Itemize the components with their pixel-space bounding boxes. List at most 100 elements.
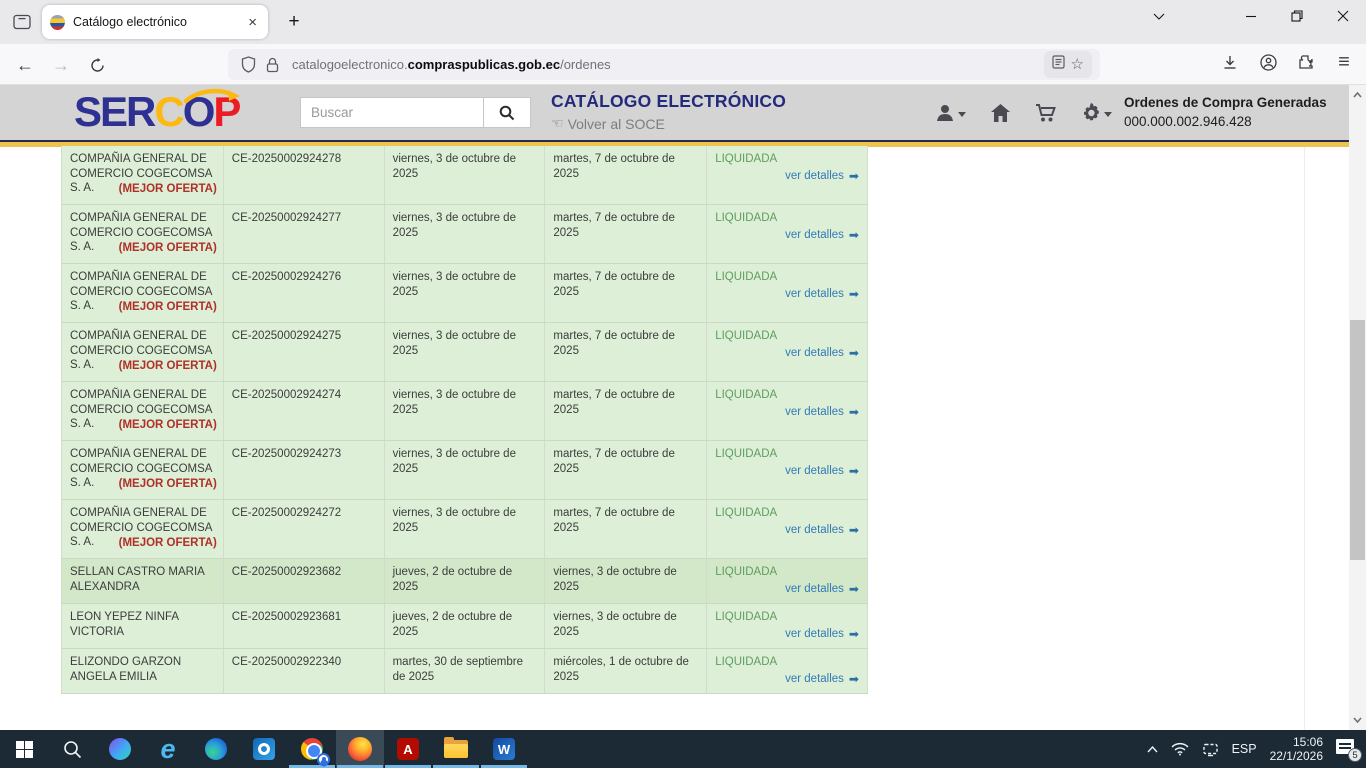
arrow-right-icon: ➡ [849, 628, 859, 640]
lock-icon[interactable] [266, 57, 279, 73]
language-indicator[interactable]: ESP [1232, 742, 1257, 756]
notifications-button[interactable]: 5 [1336, 738, 1360, 760]
ver-detalles-link[interactable]: ver detalles➡ [785, 672, 859, 687]
tab-close-icon[interactable]: × [245, 14, 260, 31]
search-input[interactable] [300, 97, 484, 128]
taskbar-ie-button[interactable]: e [144, 730, 192, 768]
browser-tab[interactable]: Catálogo electrónico × [42, 5, 268, 39]
url-bar[interactable]: catalogoelectronico.compraspublicas.gob.… [228, 49, 1100, 80]
start-button[interactable] [0, 730, 48, 768]
status-label: LIQUIDADA [715, 329, 859, 344]
ver-detalles-label: ver detalles [785, 287, 844, 302]
taskbar-chrome-button[interactable] [288, 730, 336, 768]
ver-detalles-label: ver detalles [785, 464, 844, 479]
minimize-button[interactable] [1228, 0, 1274, 32]
extensions-puzzle-icon[interactable] [1294, 50, 1318, 74]
search-button[interactable] [484, 97, 531, 128]
ver-detalles-link[interactable]: ver detalles➡ [785, 523, 859, 538]
chrome-profile-badge [317, 753, 330, 766]
taskbar-word-button[interactable]: W [480, 730, 528, 768]
home-button[interactable] [990, 103, 1011, 123]
taskbar-search-button[interactable] [48, 730, 96, 768]
table-row: COMPAÑIA GENERAL DE COMERCIO COGECOMSA S… [62, 205, 868, 264]
search-icon [499, 105, 515, 121]
wifi-icon[interactable] [1171, 742, 1189, 756]
status-cell: LIQUIDADA ver detalles➡ [707, 146, 868, 204]
copilot-icon [109, 738, 131, 760]
restore-button[interactable] [1274, 0, 1320, 32]
taskbar-outlook-button[interactable] [240, 730, 288, 768]
provider-cell: SELLAN CASTRO MARIA ALEXANDRA [62, 559, 224, 603]
ver-detalles-link[interactable]: ver detalles➡ [785, 405, 859, 420]
scroll-up-icon[interactable] [1349, 87, 1366, 103]
user-menu-button[interactable] [935, 103, 966, 123]
ver-detalles-link[interactable]: ver detalles➡ [785, 228, 859, 243]
firefox-view-icon[interactable] [8, 8, 36, 36]
ver-detalles-link[interactable]: ver detalles➡ [785, 169, 859, 184]
provider-cell: COMPAÑIA GENERAL DE COMERCIO COGECOMSA S… [62, 146, 224, 204]
ver-detalles-link[interactable]: ver detalles➡ [785, 464, 859, 479]
ver-detalles-label: ver detalles [785, 346, 844, 361]
ver-detalles-link[interactable]: ver detalles➡ [785, 627, 859, 642]
ver-detalles-link[interactable]: ver detalles➡ [785, 346, 859, 361]
home-icon [990, 103, 1011, 123]
orders-number: 000.000.002.946.428 [1124, 112, 1339, 131]
account-icon[interactable] [1256, 50, 1280, 74]
user-icon [935, 103, 955, 123]
best-offer-badge: (MEJOR OFERTA) [119, 241, 217, 256]
status-label: LIQUIDADA [715, 565, 859, 580]
taskbar-copilot-button[interactable] [96, 730, 144, 768]
downloads-icon[interactable] [1218, 50, 1242, 74]
table-row: COMPAÑIA GENERAL DE COMERCIO COGECOMSA S… [62, 500, 868, 559]
content-edge-line [1304, 147, 1305, 730]
reader-view-icon[interactable] [1052, 55, 1065, 74]
status-label: LIQUIDADA [715, 152, 859, 167]
tracking-shield-icon[interactable] [241, 56, 256, 73]
liquidated-date-cell: martes, 7 de octubre de 2025 [545, 500, 707, 558]
time: 15:06 [1270, 735, 1323, 749]
volver-al-soce-link[interactable]: ☜ Volver al SOCE [551, 115, 665, 132]
cart-button[interactable] [1035, 103, 1057, 123]
ver-detalles-link[interactable]: ver detalles ➡ [785, 287, 859, 302]
tray-chevron-up-icon[interactable] [1147, 746, 1158, 753]
taskbar-firefox-button[interactable] [336, 730, 384, 768]
scroll-down-icon[interactable] [1349, 712, 1366, 728]
order-code-cell: CE-20250002924276 [224, 264, 385, 322]
desktop-screen: Catálogo electrónico × + ← → [0, 0, 1366, 768]
status-label: LIQUIDADA [715, 506, 859, 521]
clock[interactable]: 15:06 22/1/2026 [1270, 735, 1323, 763]
menu-icon[interactable]: ≡ [1332, 50, 1356, 74]
best-offer-badge: (MEJOR OFERTA) [119, 182, 217, 197]
back-button[interactable]: ← [10, 50, 40, 80]
close-window-button[interactable] [1320, 0, 1366, 32]
arrow-right-icon: ➡ [849, 288, 859, 300]
table-row: LEON YEPEZ NINFA VICTORIACE-202500029236… [62, 604, 868, 649]
sercop-logo[interactable]: SERCOP [74, 87, 239, 137]
table-row: ELIZONDO GARZON ANGELA EMILIACE-20250002… [62, 649, 868, 694]
ver-detalles-label: ver detalles [785, 523, 844, 538]
settings-menu-button[interactable] [1081, 103, 1112, 123]
browser-titlebar: Catálogo electrónico × + [0, 0, 1366, 44]
order-code-cell: CE-20250002923682 [224, 559, 385, 603]
ver-detalles-link[interactable]: ver detalles➡ [785, 582, 859, 597]
outlook-icon [253, 738, 275, 760]
table-row: COMPAÑIA GENERAL DE COMERCIO COGECOMSA S… [62, 146, 868, 205]
list-all-tabs-chevron-icon[interactable] [1142, 1, 1176, 31]
taskbar-edge-button[interactable] [192, 730, 240, 768]
liquidated-date-cell: martes, 7 de octubre de 2025 [545, 146, 707, 204]
taskbar-acrobat-button[interactable]: A [384, 730, 432, 768]
taskbar-explorer-button[interactable] [432, 730, 480, 768]
reload-button[interactable] [82, 50, 112, 80]
generated-date-cell: jueves, 2 de octubre de 2025 [385, 559, 546, 603]
taskbar: e A W [0, 730, 1366, 768]
liquidated-date-cell: miércoles, 1 de octubre de 2025 [545, 649, 707, 693]
status-cell: LIQUIDADAver detalles➡ [707, 264, 868, 322]
table-row: SELLAN CASTRO MARIA ALEXANDRACE-20250002… [62, 559, 868, 604]
bookmark-star-icon[interactable]: ☆ [1071, 57, 1084, 72]
page-scrollbar[interactable] [1349, 85, 1366, 730]
windows-logo-icon [16, 741, 33, 758]
date: 22/1/2026 [1270, 749, 1323, 763]
connect-display-icon[interactable] [1202, 742, 1219, 757]
new-tab-button[interactable]: + [280, 8, 308, 36]
scrollbar-thumb[interactable] [1350, 320, 1365, 560]
